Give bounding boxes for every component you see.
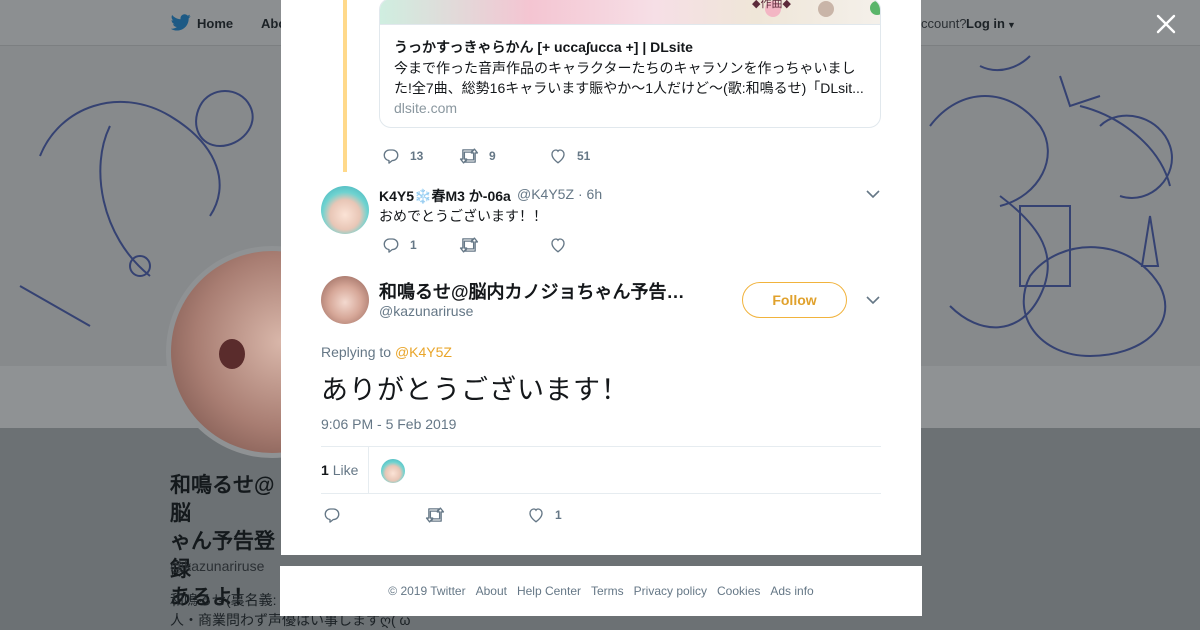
reply-handle[interactable]: @K4Y5Z	[517, 186, 574, 202]
account-prompt-text: ccount?	[921, 16, 967, 31]
profile-name-line2: ゃん予告登録	[170, 530, 275, 581]
avatar-eye-detail	[219, 339, 245, 369]
thread-connector-line	[343, 0, 347, 172]
like-button[interactable]: 1	[527, 506, 562, 524]
nav-home-link[interactable]: Home	[197, 16, 233, 31]
heart-icon	[551, 238, 565, 253]
close-icon[interactable]	[1154, 12, 1178, 36]
tweet-modal: ◆作曲◆ うっかすっきゃらかん [+ ucca∫ucca +] | DLsite…	[281, 0, 921, 555]
replying-to-link[interactable]: @K4Y5Z	[395, 344, 452, 360]
like-count: 51	[577, 149, 591, 163]
retweet-icon	[459, 148, 479, 164]
link-card-title: うっかすっきゃらかん [+ ucca∫ucca +] | DLsite	[394, 39, 693, 55]
footer-link-cookies[interactable]: Cookies	[717, 584, 760, 598]
stats-divider	[368, 447, 369, 493]
reply-button[interactable]: 1	[382, 236, 437, 254]
footer-link-terms[interactable]: Terms	[591, 584, 624, 598]
reply-display-name[interactable]: K4Y5❄️春M3 か-06a	[379, 186, 511, 206]
tweet-text: ありがとうございます！	[321, 375, 629, 405]
modal-footer: © 2019 Twitter About Help Center Terms P…	[280, 566, 922, 616]
like-count: 1	[555, 508, 562, 522]
reply-icon	[383, 149, 399, 164]
reply-button[interactable]: 13	[382, 147, 437, 165]
footer-link-privacy[interactable]: Privacy policy	[634, 584, 707, 598]
card-image-dot	[818, 1, 834, 17]
reply-text: おめでとうございます！！	[379, 208, 547, 224]
login-link[interactable]: Log in ▼	[966, 16, 1016, 31]
reply-count: 13	[410, 149, 424, 163]
footer-link-about[interactable]: About	[476, 584, 507, 598]
author-handle[interactable]: @kazunariruse	[379, 303, 473, 319]
footer-copyright: © 2019 Twitter	[388, 584, 466, 598]
link-card-image: ◆作曲◆	[380, 0, 880, 25]
reply-icon	[324, 508, 340, 523]
profile-name-line1: 和鳴るせ@脳	[170, 474, 275, 525]
profile-handle[interactable]: @kazunariruse	[170, 558, 264, 574]
focused-tweet-actions: 1	[323, 504, 584, 526]
retweet-button[interactable]	[459, 236, 527, 254]
reply-timestamp[interactable]: · 6h	[578, 186, 602, 202]
heart-icon	[529, 508, 543, 523]
reply-count: 1	[410, 238, 417, 252]
link-card-description: 今まで作った音声作品のキャラクターたちのキャラソンを作っちゃいました!全7曲、総…	[394, 60, 864, 96]
login-label: Log in	[966, 16, 1005, 31]
reply-icon	[383, 238, 399, 253]
reply-button[interactable]	[323, 506, 403, 524]
replying-to-line: Replying to @K4Y5Z	[321, 344, 452, 360]
parent-tweet-actions: 13 9 51	[382, 145, 612, 167]
retweet-icon	[459, 237, 479, 253]
like-button[interactable]	[549, 236, 577, 254]
footer-link-help-center[interactable]: Help Center	[517, 584, 581, 598]
follow-button[interactable]: Follow	[742, 282, 847, 318]
like-button[interactable]: 51	[549, 147, 590, 165]
reply-tweet-actions: 1	[382, 234, 599, 256]
author-display-name[interactable]: 和鳴るせ@脳内カノジョちゃん予告…	[379, 278, 699, 304]
chevron-down-icon[interactable]	[865, 292, 881, 308]
heart-icon	[551, 149, 565, 164]
link-card-domain: dlsite.com	[394, 100, 458, 116]
retweet-icon	[425, 507, 445, 523]
chevron-down-icon[interactable]	[865, 186, 881, 202]
likes-stat[interactable]: 1 Like	[321, 462, 358, 478]
likes-stat-label: Like	[332, 462, 359, 478]
card-image-caption: ◆作曲◆	[752, 0, 791, 10]
likes-stat-count: 1	[321, 462, 329, 478]
tweet-stats: 1 Like	[321, 446, 881, 494]
caret-down-icon: ▼	[1007, 20, 1016, 30]
replying-to-prefix: Replying to	[321, 344, 395, 360]
twitter-bird-icon[interactable]	[170, 14, 191, 36]
retweet-button[interactable]: 9	[459, 147, 527, 165]
footer-link-ads-info[interactable]: Ads info	[770, 584, 813, 598]
card-image-dot	[870, 1, 880, 15]
retweet-count: 9	[489, 149, 496, 163]
author-avatar[interactable]	[321, 276, 369, 324]
retweet-button[interactable]	[425, 506, 505, 524]
tweet-timestamp[interactable]: 9:06 PM - 5 Feb 2019	[321, 416, 456, 432]
reply-avatar[interactable]	[321, 186, 369, 234]
liker-avatar[interactable]	[381, 459, 405, 483]
link-preview-card[interactable]: ◆作曲◆ うっかすっきゃらかん [+ ucca∫ucca +] | DLsite…	[379, 0, 881, 128]
